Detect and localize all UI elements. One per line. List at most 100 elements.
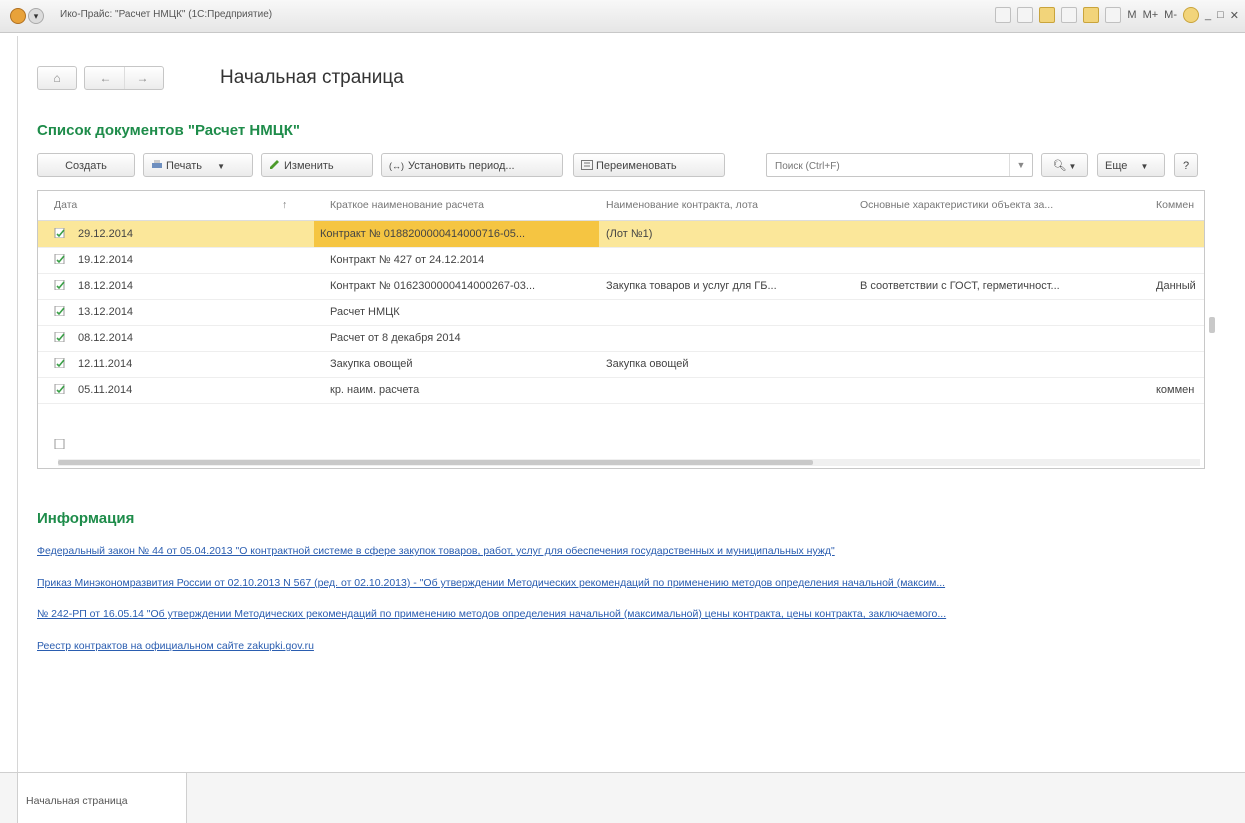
set-period-label: Установить период... <box>408 160 515 172</box>
cell-date: 05.11.2014 <box>78 384 133 396</box>
restore-button[interactable]: □ <box>1217 9 1224 21</box>
cell-comment <box>1156 325 1204 351</box>
cell-date: 19.12.2014 <box>78 254 134 266</box>
cell-contract: (Лот №1) <box>606 228 653 240</box>
list-title: Список документов "Расчет НМЦК" <box>37 122 300 139</box>
cell-characteristics: В соответствии с ГОСТ, герметичност... <box>860 280 1060 292</box>
cell-characteristics <box>860 221 1145 247</box>
help-icon: ? <box>1182 160 1190 172</box>
set-period-button[interactable]: (↔) Установить период... <box>381 153 563 177</box>
tab-home-page[interactable]: Начальная страница <box>17 773 187 823</box>
search-field[interactable]: ▼ <box>766 153 1033 177</box>
table-row-partial <box>38 439 1204 455</box>
more-button[interactable]: Еще ▼ <box>1097 153 1165 177</box>
period-icon: (↔) <box>389 161 404 171</box>
document-icon <box>54 384 65 394</box>
column-header-characteristics[interactable]: Основные характеристики объекта за... <box>860 191 1140 220</box>
search-input[interactable] <box>773 155 1007 177</box>
forward-button[interactable]: → <box>123 67 161 89</box>
pencil-icon <box>270 160 279 169</box>
create-button-label: Создать <box>65 160 107 172</box>
document-icon <box>54 358 65 368</box>
help-button[interactable]: ? <box>1174 153 1198 177</box>
info-icon[interactable] <box>1183 7 1199 23</box>
calendar-icon[interactable] <box>1105 7 1122 23</box>
cell-characteristics <box>860 247 1145 273</box>
table-row[interactable]: 19.12.2014 Контракт № 427 от 24.12.2014 <box>38 247 1204 274</box>
cell-contract: Закупка овощей <box>606 358 689 370</box>
cell-date: 12.11.2014 <box>78 358 133 370</box>
cell-comment <box>1156 221 1204 247</box>
column-header-short-name[interactable]: Краткое наименование расчета <box>330 191 590 220</box>
cell-short-name: Закупка овощей <box>330 358 413 370</box>
search-options-button[interactable]: 🔍︎ ▼ <box>1041 153 1088 177</box>
document-icon <box>54 332 65 342</box>
document-icon <box>54 280 65 290</box>
more-button-label: Еще <box>1105 160 1128 172</box>
info-link-242-rp[interactable]: № 242-РП от 16.05.14 "Об утверждении Мет… <box>37 608 1222 620</box>
window-tab-bar: Начальная страница <box>0 772 1245 823</box>
cell-comment: Данный <box>1156 280 1196 292</box>
cell-short-name: Контракт № 0188200000414000716-05... <box>314 221 599 247</box>
chevron-down-icon: ▼ <box>1140 162 1149 171</box>
history-icon[interactable] <box>1061 7 1078 23</box>
chevron-down-icon: ▼ <box>1068 162 1077 171</box>
edit-button-label: Изменить <box>284 160 334 172</box>
cell-comment <box>1156 299 1204 325</box>
create-button[interactable]: Создать <box>37 153 135 177</box>
home-button[interactable]: ⌂ <box>37 66 77 90</box>
memory-minus-button[interactable]: M- <box>1164 9 1177 21</box>
table-row[interactable]: 29.12.2014 Контракт № 0188200000414000716… <box>38 221 1204 248</box>
documents-table[interactable]: Дата ↑ Краткое наименование расчета Наим… <box>37 190 1205 469</box>
horizontal-scrollbar-thumb[interactable] <box>58 460 813 465</box>
info-link-ministry-order[interactable]: Приказ Минэкономразвития России от 02.10… <box>37 577 1222 589</box>
tool-icon[interactable] <box>1017 7 1034 23</box>
cell-characteristics <box>860 351 1145 377</box>
tab-home-page-label: Начальная страница <box>26 795 128 807</box>
favorites-icon[interactable] <box>1039 7 1056 23</box>
table-row[interactable]: 08.12.2014 Расчет от 8 декабря 2014 <box>38 325 1204 352</box>
sort-ascending-icon: ↑ <box>282 199 288 211</box>
history-nav-group: ← → <box>84 66 164 90</box>
rename-button[interactable]: Переименовать <box>573 153 725 177</box>
column-header-comment[interactable]: Коммен <box>1156 191 1204 220</box>
cell-characteristics <box>860 325 1145 351</box>
cell-comment <box>1156 351 1204 377</box>
memory-m-button[interactable]: M <box>1127 9 1136 21</box>
window-title: Ико-Прайс: "Расчет НМЦК" (1С:Предприятие… <box>60 9 273 20</box>
calculator-icon[interactable] <box>1083 7 1100 23</box>
cell-short-name: Контракт № 427 от 24.12.2014 <box>330 254 485 266</box>
column-header-date[interactable]: Дата <box>54 191 274 220</box>
horizontal-scrollbar[interactable] <box>58 459 1200 466</box>
info-link-federal-law[interactable]: Федеральный закон № 44 от 05.04.2013 "О … <box>37 545 1222 557</box>
magnifier-icon: 🔍︎ <box>1052 160 1067 172</box>
print-button-label: Печать <box>166 160 203 172</box>
back-button[interactable]: ← <box>88 67 124 89</box>
search-dropdown-icon[interactable]: ▼ <box>1009 154 1032 176</box>
table-row[interactable]: 05.11.2014 кр. наим. расчета коммен <box>38 377 1204 404</box>
info-link-contract-registry[interactable]: Реестр контрактов на официальном сайте z… <box>37 640 1222 652</box>
cell-date: 08.12.2014 <box>78 332 134 344</box>
app-logo-icon <box>10 8 26 24</box>
cell-date: 13.12.2014 <box>78 306 134 318</box>
table-row[interactable]: 18.12.2014 Контракт № 0162300000414000267… <box>38 273 1204 300</box>
rename-icon <box>581 160 593 170</box>
table-row[interactable]: 12.11.2014 Закупка овощей Закупка овощей <box>38 351 1204 378</box>
table-row[interactable]: 13.12.2014 Расчет НМЦК <box>38 299 1204 326</box>
column-header-contract[interactable]: Наименование контракта, лота <box>606 191 846 220</box>
minimize-button[interactable]: _ <box>1205 9 1211 21</box>
main-menu-icon[interactable]: ▾ <box>28 8 44 24</box>
document-icon <box>54 254 65 264</box>
close-button[interactable]: ✕ <box>1230 9 1239 22</box>
chevron-down-icon: ▼ <box>217 162 226 171</box>
cell-contract <box>606 325 846 351</box>
memory-plus-button[interactable]: M+ <box>1143 9 1159 21</box>
print-button[interactable]: Печать ▼ <box>143 153 253 177</box>
window-title-bar: ▾ Ико-Прайс: "Расчет НМЦК" (1С:Предприят… <box>0 0 1245 33</box>
cell-short-name: кр. наим. расчета <box>330 384 420 396</box>
vertical-scrollbar-thumb[interactable] <box>1209 317 1215 333</box>
document-icon <box>54 228 65 238</box>
cell-comment <box>1156 247 1204 273</box>
tool-icon[interactable] <box>995 7 1012 23</box>
edit-button[interactable]: Изменить <box>261 153 373 177</box>
